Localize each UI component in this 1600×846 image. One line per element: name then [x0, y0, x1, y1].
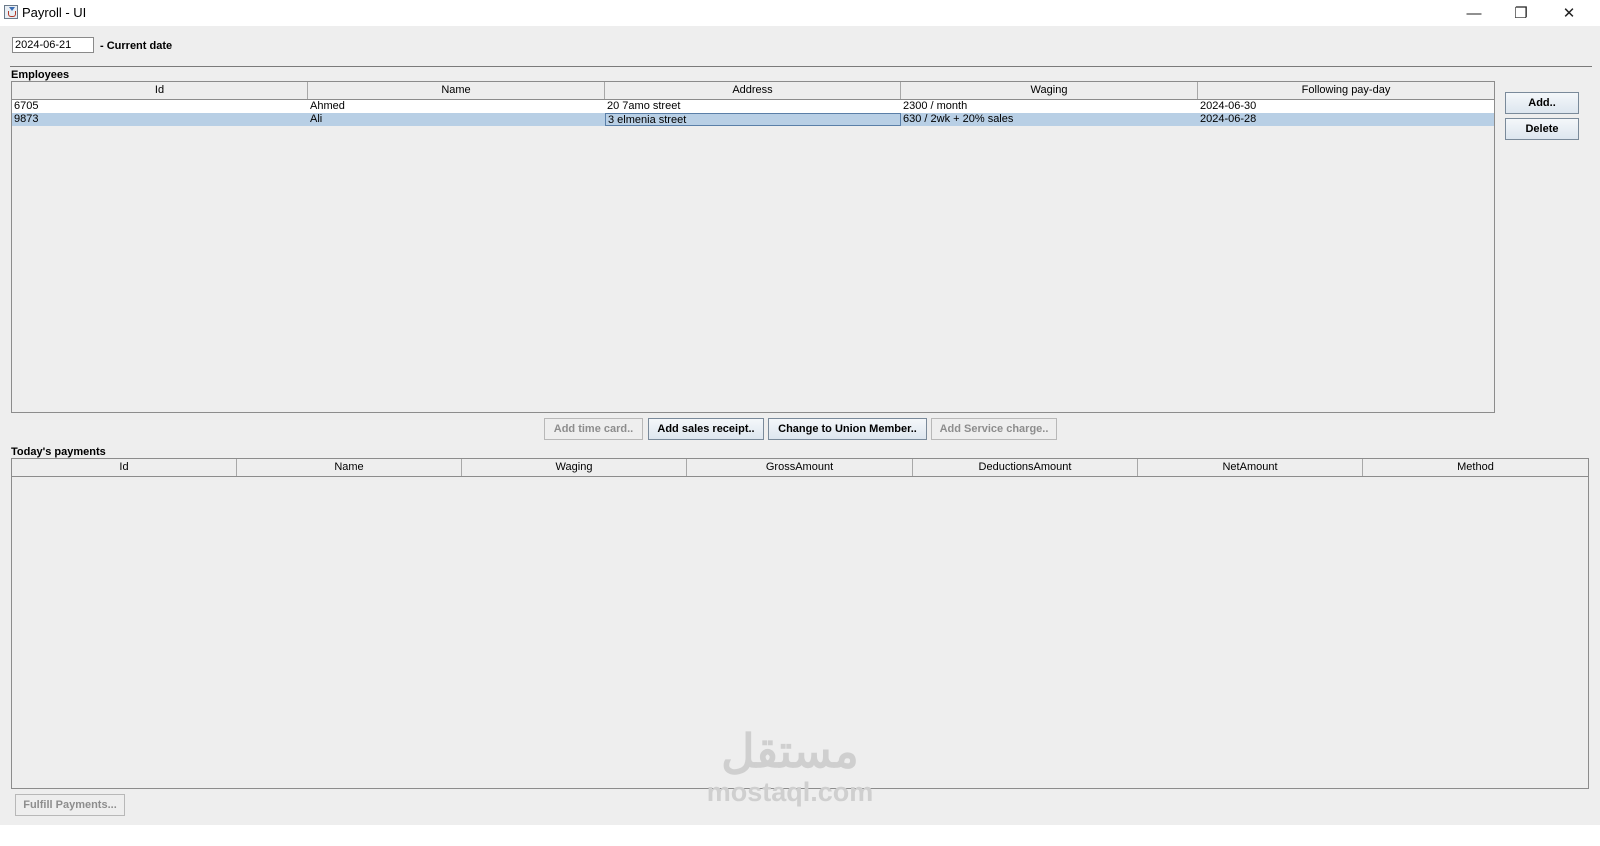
employees-table[interactable]: Id Name Address Waging Following pay-day…	[11, 81, 1495, 413]
column-header-deductions-amount[interactable]: DeductionsAmount	[913, 459, 1138, 476]
add-time-card-button[interactable]: Add time card..	[544, 418, 643, 440]
cell-address-focused: 3 elmenia street	[605, 113, 901, 126]
minimize-button[interactable]: —	[1451, 0, 1497, 26]
add-sales-receipt-button[interactable]: Add sales receipt..	[648, 418, 764, 440]
title-bar: Payroll - UI — ❐ ✕	[0, 0, 1600, 26]
employee-row-selected[interactable]: 9873 Ali 3 elmenia street 630 / 2wk + 20…	[12, 113, 1494, 126]
column-header-name[interactable]: Name	[308, 82, 605, 99]
employees-separator	[10, 66, 1592, 67]
delete-employee-button[interactable]: Delete	[1505, 118, 1579, 140]
column-header-waging[interactable]: Waging	[901, 82, 1198, 99]
payments-section-label: Today's payments	[11, 446, 106, 458]
cell-name: Ahmed	[310, 100, 345, 112]
column-header-net-amount[interactable]: NetAmount	[1138, 459, 1363, 476]
column-header-id[interactable]: Id	[12, 82, 308, 99]
close-button[interactable]: ✕	[1546, 0, 1592, 26]
java-app-icon	[4, 5, 18, 19]
cell-id: 9873	[14, 113, 39, 125]
column-header-name[interactable]: Name	[237, 459, 462, 476]
watermark-site-text: mostaql.com	[706, 777, 874, 807]
window-title: Payroll - UI	[22, 5, 87, 20]
column-header-id[interactable]: Id	[12, 459, 237, 476]
current-date-input[interactable]	[12, 37, 94, 53]
cell-payday: 2024-06-28	[1200, 113, 1257, 125]
payments-table-header: Id Name Waging GrossAmount DeductionsAmo…	[12, 459, 1588, 477]
cell-waging: 2300 / month	[903, 100, 968, 112]
cell-waging: 630 / 2wk + 20% sales	[903, 113, 1014, 125]
cell-address: 20 7amo street	[607, 100, 681, 112]
fulfill-payments-button[interactable]: Fulfill Payments...	[15, 794, 125, 816]
bottom-strip	[0, 825, 1600, 846]
column-header-method[interactable]: Method	[1363, 459, 1588, 476]
change-to-union-member-button[interactable]: Change to Union Member..	[768, 418, 927, 440]
cell-id: 6705	[14, 100, 39, 112]
employees-section-label: Employees	[11, 69, 70, 81]
current-date-label: - Current date	[100, 40, 173, 52]
employees-table-header: Id Name Address Waging Following pay-day	[12, 82, 1494, 100]
cell-payday: 2024-06-30	[1200, 100, 1257, 112]
cell-name: Ali	[310, 113, 323, 125]
column-header-following-pay-day[interactable]: Following pay-day	[1198, 82, 1494, 99]
maximize-button[interactable]: ❐	[1498, 0, 1544, 26]
add-service-charge-button[interactable]: Add Service charge..	[931, 418, 1057, 440]
mostaql-watermark: مستقل mostaql.com	[690, 725, 890, 807]
add-employee-button[interactable]: Add..	[1505, 92, 1579, 114]
column-header-gross-amount[interactable]: GrossAmount	[687, 459, 913, 476]
employee-row[interactable]: 6705 Ahmed 20 7amo street 2300 / month 2…	[12, 100, 1494, 113]
column-header-address[interactable]: Address	[605, 82, 901, 99]
watermark-arabic-text: مستقل	[721, 725, 859, 777]
column-header-waging[interactable]: Waging	[462, 459, 687, 476]
